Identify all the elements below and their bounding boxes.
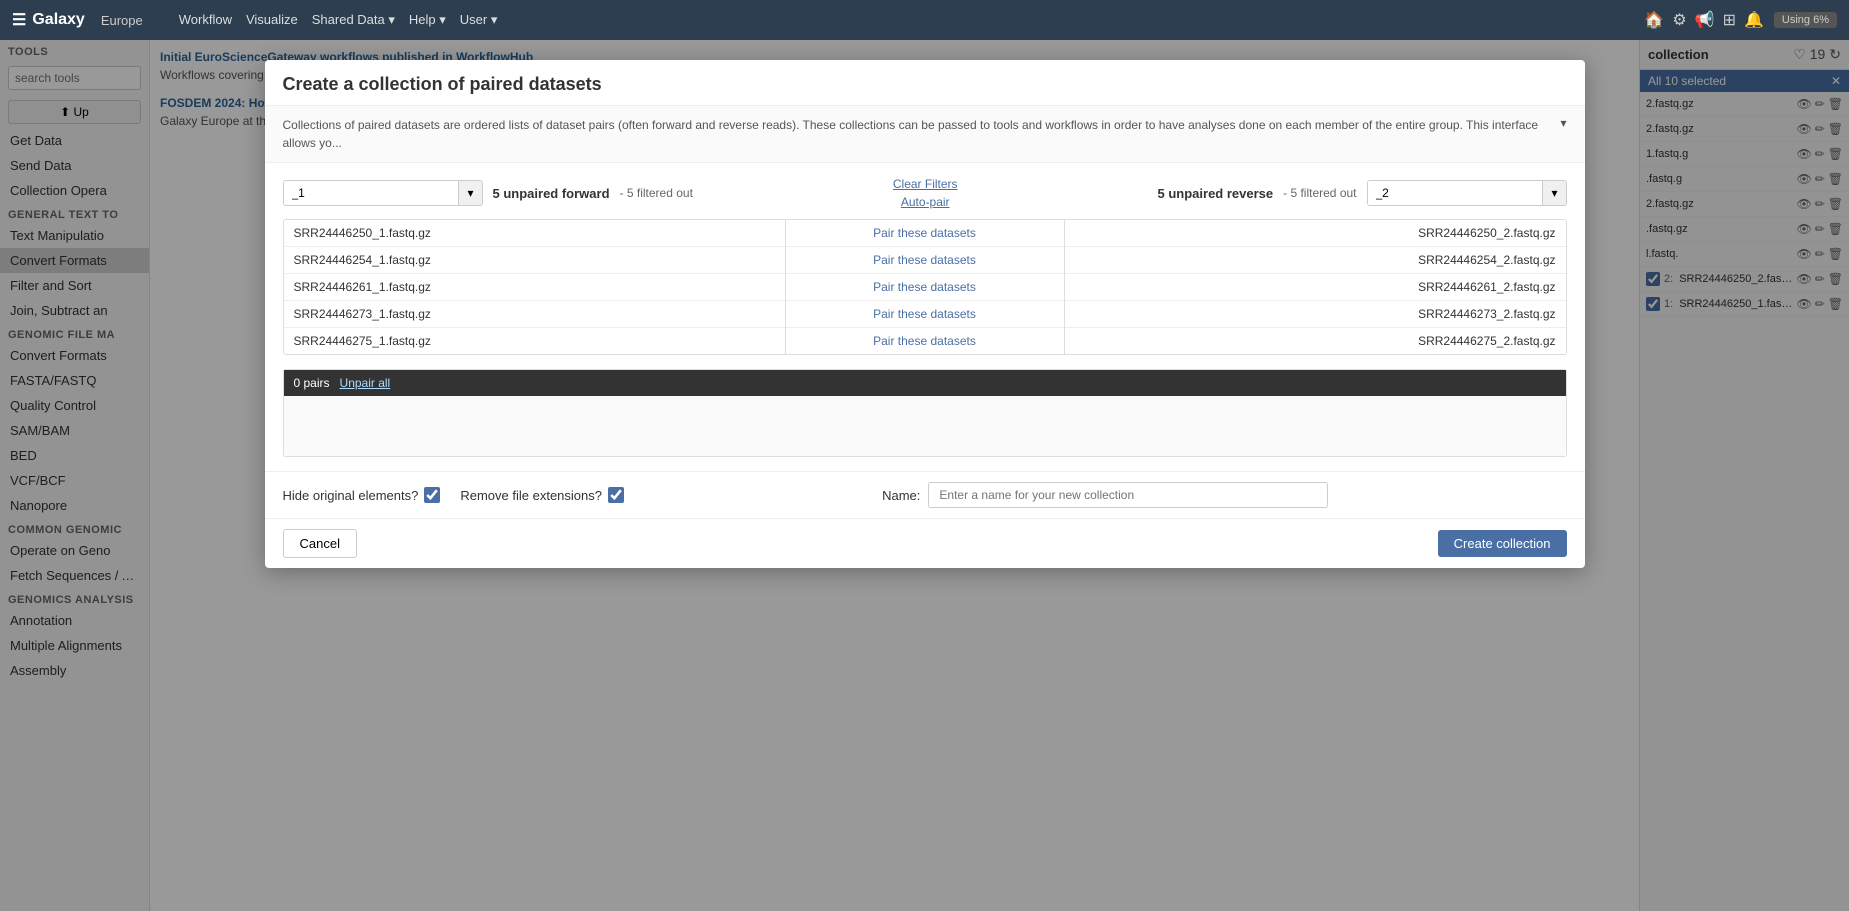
home-icon[interactable]: 🏠 [1644,10,1664,30]
modal-body: ▾ 5 unpaired forward - 5 filtered out Cl… [265,163,1585,471]
modal-description: Collections of paired datasets are order… [265,106,1585,163]
center-controls: Clear Filters Auto-pair [703,177,1148,209]
reverse-filter-input[interactable] [1368,181,1543,205]
reverse-dataset-item[interactable]: SRR24446254_2.fastq.gz [1065,247,1566,274]
pair-header: ▾ 5 unpaired forward - 5 filtered out Cl… [283,177,1567,209]
hide-original-label: Hide original elements? [283,488,419,503]
reverse-dataset-item[interactable]: SRR24446261_2.fastq.gz [1065,274,1566,301]
name-label: Name: [882,488,920,503]
modal-footer: Cancel Create collection [265,518,1585,568]
nav-help[interactable]: Help ▾ [409,12,446,28]
collection-name-input[interactable] [928,482,1328,508]
pair-datasets-button[interactable]: Pair these datasets [786,220,1064,247]
clear-filters-button[interactable]: Clear Filters [893,177,958,191]
pair-buttons-column: Pair these datasets Pair these datasets … [785,220,1065,354]
forward-filter-button[interactable]: ▾ [458,181,481,205]
nav-visualize[interactable]: Visualize [246,12,298,28]
galaxy-logo[interactable]: ☰ Galaxy [12,10,85,30]
reverse-dataset-item[interactable]: SRR24446275_2.fastq.gz [1065,328,1566,354]
forward-dataset-item[interactable]: SRR24446275_1.fastq.gz [284,328,785,354]
create-collection-modal: Create a collection of paired datasets C… [265,60,1585,568]
grid-icon[interactable]: ⊞ [1723,10,1736,30]
reverse-filter-button[interactable]: ▾ [1542,181,1565,205]
reverse-dataset-item[interactable]: SRR24446250_2.fastq.gz [1065,220,1566,247]
logo-text: Galaxy [32,11,84,29]
expand-icon[interactable]: ▾ [1560,116,1566,130]
auto-pair-button[interactable]: Auto-pair [901,195,950,209]
nav-user[interactable]: User ▾ [460,12,498,28]
create-collection-button[interactable]: Create collection [1438,530,1567,557]
region-label: Europe [101,13,143,28]
modal-overlay: Create a collection of paired datasets C… [0,40,1849,911]
pairs-body [284,396,1566,456]
reverse-datasets-column: SRR24446250_2.fastq.gz SRR24446254_2.fas… [1065,220,1566,354]
forward-dataset-item[interactable]: SRR24446250_1.fastq.gz [284,220,785,247]
pair-datasets-button[interactable]: Pair these datasets [786,301,1064,328]
pair-datasets-button[interactable]: Pair these datasets [786,274,1064,301]
forward-filter-input[interactable] [284,181,459,205]
reverse-label: 5 unpaired reverse [1158,186,1274,201]
nav-right: 🏠 ⚙ 📢 ⊞ 🔔 Using 6% [1644,10,1837,30]
forward-dataset-item[interactable]: SRR24446254_1.fastq.gz [284,247,785,274]
pairs-count-label: 0 pairs [294,376,330,390]
cancel-button[interactable]: Cancel [283,529,357,558]
nav-icons: 🏠 ⚙ 📢 ⊞ 🔔 [1644,10,1764,30]
unpair-all-button[interactable]: Unpair all [340,376,391,390]
hide-original-option: Hide original elements? [283,487,441,503]
modal-title: Create a collection of paired datasets [283,74,602,95]
remove-extensions-option: Remove file extensions? [460,487,624,503]
nav-links: Workflow Visualize Shared Data ▾ Help ▾ … [179,12,498,28]
gear-icon[interactable]: ⚙ [1672,10,1686,30]
nav-shared-data[interactable]: Shared Data ▾ [312,12,395,28]
reverse-filter-group: ▾ [1367,180,1567,206]
pairs-section: 0 pairs Unpair all [283,369,1567,457]
datasets-area: SRR24446250_1.fastq.gz SRR24446254_1.fas… [283,219,1567,355]
bell-icon[interactable]: 🔔 [1744,10,1764,30]
pair-datasets-button[interactable]: Pair these datasets [786,247,1064,274]
forward-label: 5 unpaired forward [493,186,610,201]
collection-name-group: Name: [644,482,1567,508]
modal-desc-text: Collections of paired datasets are order… [283,116,1557,152]
modal-header: Create a collection of paired datasets [265,60,1585,106]
forward-dataset-item[interactable]: SRR24446261_1.fastq.gz [284,274,785,301]
top-navigation: ☰ Galaxy Europe Workflow Visualize Share… [0,0,1849,40]
forward-datasets-column: SRR24446250_1.fastq.gz SRR24446254_1.fas… [284,220,785,354]
pairs-header: 0 pairs Unpair all [284,370,1566,396]
reverse-filtered: - 5 filtered out [1283,186,1356,200]
remove-extensions-checkbox[interactable] [608,487,624,503]
remove-extensions-label: Remove file extensions? [460,488,602,503]
hide-original-checkbox[interactable] [424,487,440,503]
pair-datasets-button[interactable]: Pair these datasets [786,328,1064,354]
menu-icon: ☰ [12,10,26,30]
using-badge: Using 6% [1774,12,1837,28]
modal-options: Hide original elements? Remove file exte… [265,471,1585,518]
nav-workflow[interactable]: Workflow [179,12,232,28]
announce-icon[interactable]: 📢 [1695,10,1715,30]
reverse-dataset-item[interactable]: SRR24446273_2.fastq.gz [1065,301,1566,328]
forward-filter-group: ▾ [283,180,483,206]
forward-filtered: - 5 filtered out [620,186,693,200]
forward-dataset-item[interactable]: SRR24446273_1.fastq.gz [284,301,785,328]
